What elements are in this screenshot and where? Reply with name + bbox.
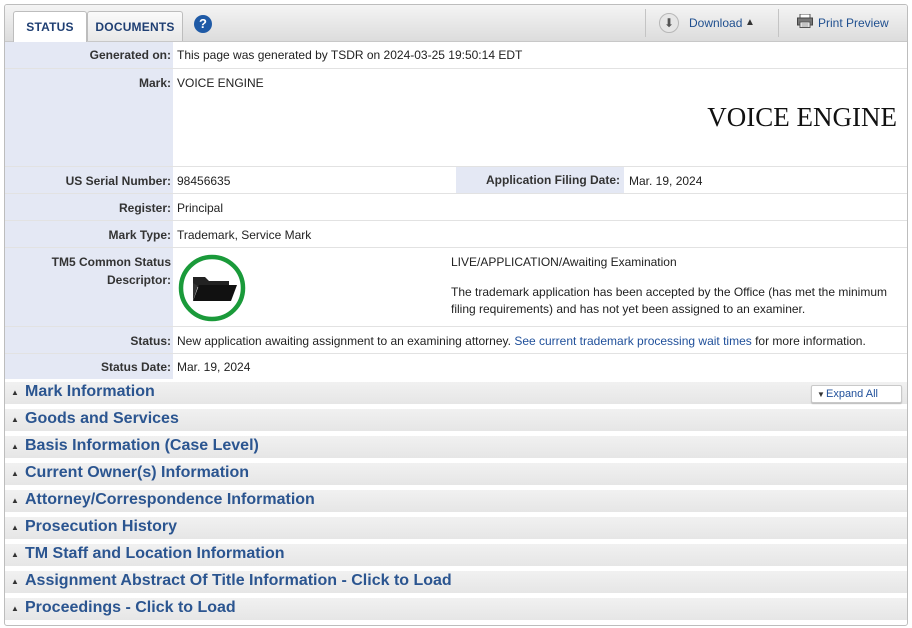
- mark-type-row: Mark Type: Trademark, Service Mark: [5, 221, 907, 248]
- download-icon[interactable]: ⬇: [659, 13, 679, 33]
- caret-up-icon: ▲: [11, 442, 19, 451]
- section-title[interactable]: Proceedings - Click to Load: [25, 599, 236, 617]
- section-title[interactable]: Mark Information: [25, 383, 155, 401]
- section-title[interactable]: Current Owner(s) Information: [25, 464, 249, 482]
- toolbar-divider: [645, 9, 646, 37]
- register-value: Principal: [177, 201, 224, 215]
- section-title[interactable]: Attorney/Correspondence Information: [25, 491, 315, 509]
- status-text-pre: New application awaiting assignment to a…: [177, 334, 511, 348]
- section-title[interactable]: Basis Information (Case Level): [25, 437, 259, 455]
- register-label: Register:: [118, 201, 171, 215]
- section-header[interactable]: ▲ Attorney/Correspondence Information: [5, 488, 907, 515]
- printer-icon[interactable]: [797, 14, 813, 28]
- status-date-value: Mar. 19, 2024: [177, 360, 251, 374]
- section-title[interactable]: TM Staff and Location Information: [25, 545, 285, 563]
- section-header[interactable]: ▲ Proceedings - Click to Load: [5, 596, 907, 623]
- tab-documents[interactable]: DOCUMENTS: [87, 11, 183, 41]
- filing-date-value: Mar. 19, 2024: [629, 174, 703, 188]
- tm5-label-line1: TM5 Common Status: [51, 255, 171, 269]
- mark-value: VOICE ENGINE: [177, 76, 264, 90]
- caret-up-icon: ▲: [11, 604, 19, 613]
- mark-label: Mark:: [138, 76, 171, 90]
- mark-type-value: Trademark, Service Mark: [177, 228, 312, 242]
- section-title[interactable]: Assignment Abstract Of Title Information…: [25, 572, 452, 590]
- caret-up-icon: ▲: [11, 523, 19, 532]
- section-header[interactable]: ▲ Current Owner(s) Information: [5, 461, 907, 488]
- section-header[interactable]: ▲ Basis Information (Case Level): [5, 434, 907, 461]
- caret-up-icon: ▲: [11, 415, 19, 424]
- tm5-status: LIVE/APPLICATION/Awaiting Examination: [451, 255, 677, 269]
- status-date-row: Status Date: Mar. 19, 2024: [5, 354, 907, 379]
- expand-all-label: Expand All: [825, 388, 878, 400]
- generated-row: Generated on: This page was generated by…: [5, 42, 907, 69]
- status-text-post: for more information.: [755, 334, 866, 348]
- status-label: Status:: [130, 334, 171, 348]
- download-button[interactable]: Download: [689, 16, 742, 30]
- tab-status[interactable]: STATUS: [13, 11, 87, 42]
- serial-value: 98456635: [177, 174, 231, 188]
- section-title[interactable]: Prosecution History: [25, 518, 177, 536]
- status-text: New application awaiting assignment to a…: [177, 333, 866, 349]
- caret-up-icon: ▲: [11, 550, 19, 559]
- mark-type-label: Mark Type:: [108, 228, 171, 242]
- section-header[interactable]: ▲ TM Staff and Location Information: [5, 542, 907, 569]
- section-header[interactable]: ▲ Goods and Services: [5, 407, 907, 434]
- filing-date-label: Application Filing Date:: [486, 173, 620, 187]
- toolbar: STATUS DOCUMENTS ? ⬇ Download ▲ Print Pr…: [5, 5, 907, 42]
- serial-row: US Serial Number: 98456635 Application F…: [5, 167, 907, 194]
- toolbar-divider: [778, 9, 779, 37]
- status-date-label: Status Date:: [100, 360, 171, 374]
- print-preview-button[interactable]: Print Preview: [818, 16, 889, 30]
- tsdr-panel: STATUS DOCUMENTS ? ⬇ Download ▲ Print Pr…: [4, 4, 908, 626]
- tm5-row: TM5 Common Status Descriptor: LIVE/APPLI…: [5, 248, 907, 327]
- filing-date-label-cell: Application Filing Date:: [456, 167, 624, 193]
- caret-up-icon: ▲: [11, 469, 19, 478]
- generated-label: Generated on:: [89, 48, 171, 62]
- wait-times-link[interactable]: See current trademark processing wait ti…: [514, 334, 751, 348]
- expand-all-button[interactable]: ▼ Expand All: [811, 385, 902, 403]
- caret-up-icon: ▲: [11, 388, 19, 397]
- serial-label: US Serial Number:: [65, 174, 171, 188]
- section-header[interactable]: ▲ Mark Information: [5, 380, 907, 407]
- section-header[interactable]: ▲ Prosecution History: [5, 515, 907, 542]
- tm5-description-line2: filing requirements) and has not yet bee…: [451, 302, 806, 316]
- generated-value: This page was generated by TSDR on 2024-…: [177, 48, 523, 62]
- tm5-label-line2: Descriptor:: [106, 273, 171, 287]
- tm5-description-line1: The trademark application has been accep…: [451, 285, 888, 299]
- caret-up-icon: ▲: [11, 496, 19, 505]
- register-row: Register: Principal: [5, 194, 907, 221]
- help-icon[interactable]: ?: [194, 15, 212, 33]
- caret-down-icon: ▼: [817, 390, 825, 399]
- folder-icon: [178, 254, 246, 322]
- mark-image: VOICE ENGINE: [707, 102, 897, 132]
- status-row: Status: New application awaiting assignm…: [5, 327, 907, 354]
- caret-up-icon: ▲: [11, 577, 19, 586]
- section-title[interactable]: Goods and Services: [25, 410, 179, 428]
- chevron-up-icon[interactable]: ▲: [745, 17, 755, 28]
- section-header[interactable]: ▲ Assignment Abstract Of Title Informatio…: [5, 569, 907, 596]
